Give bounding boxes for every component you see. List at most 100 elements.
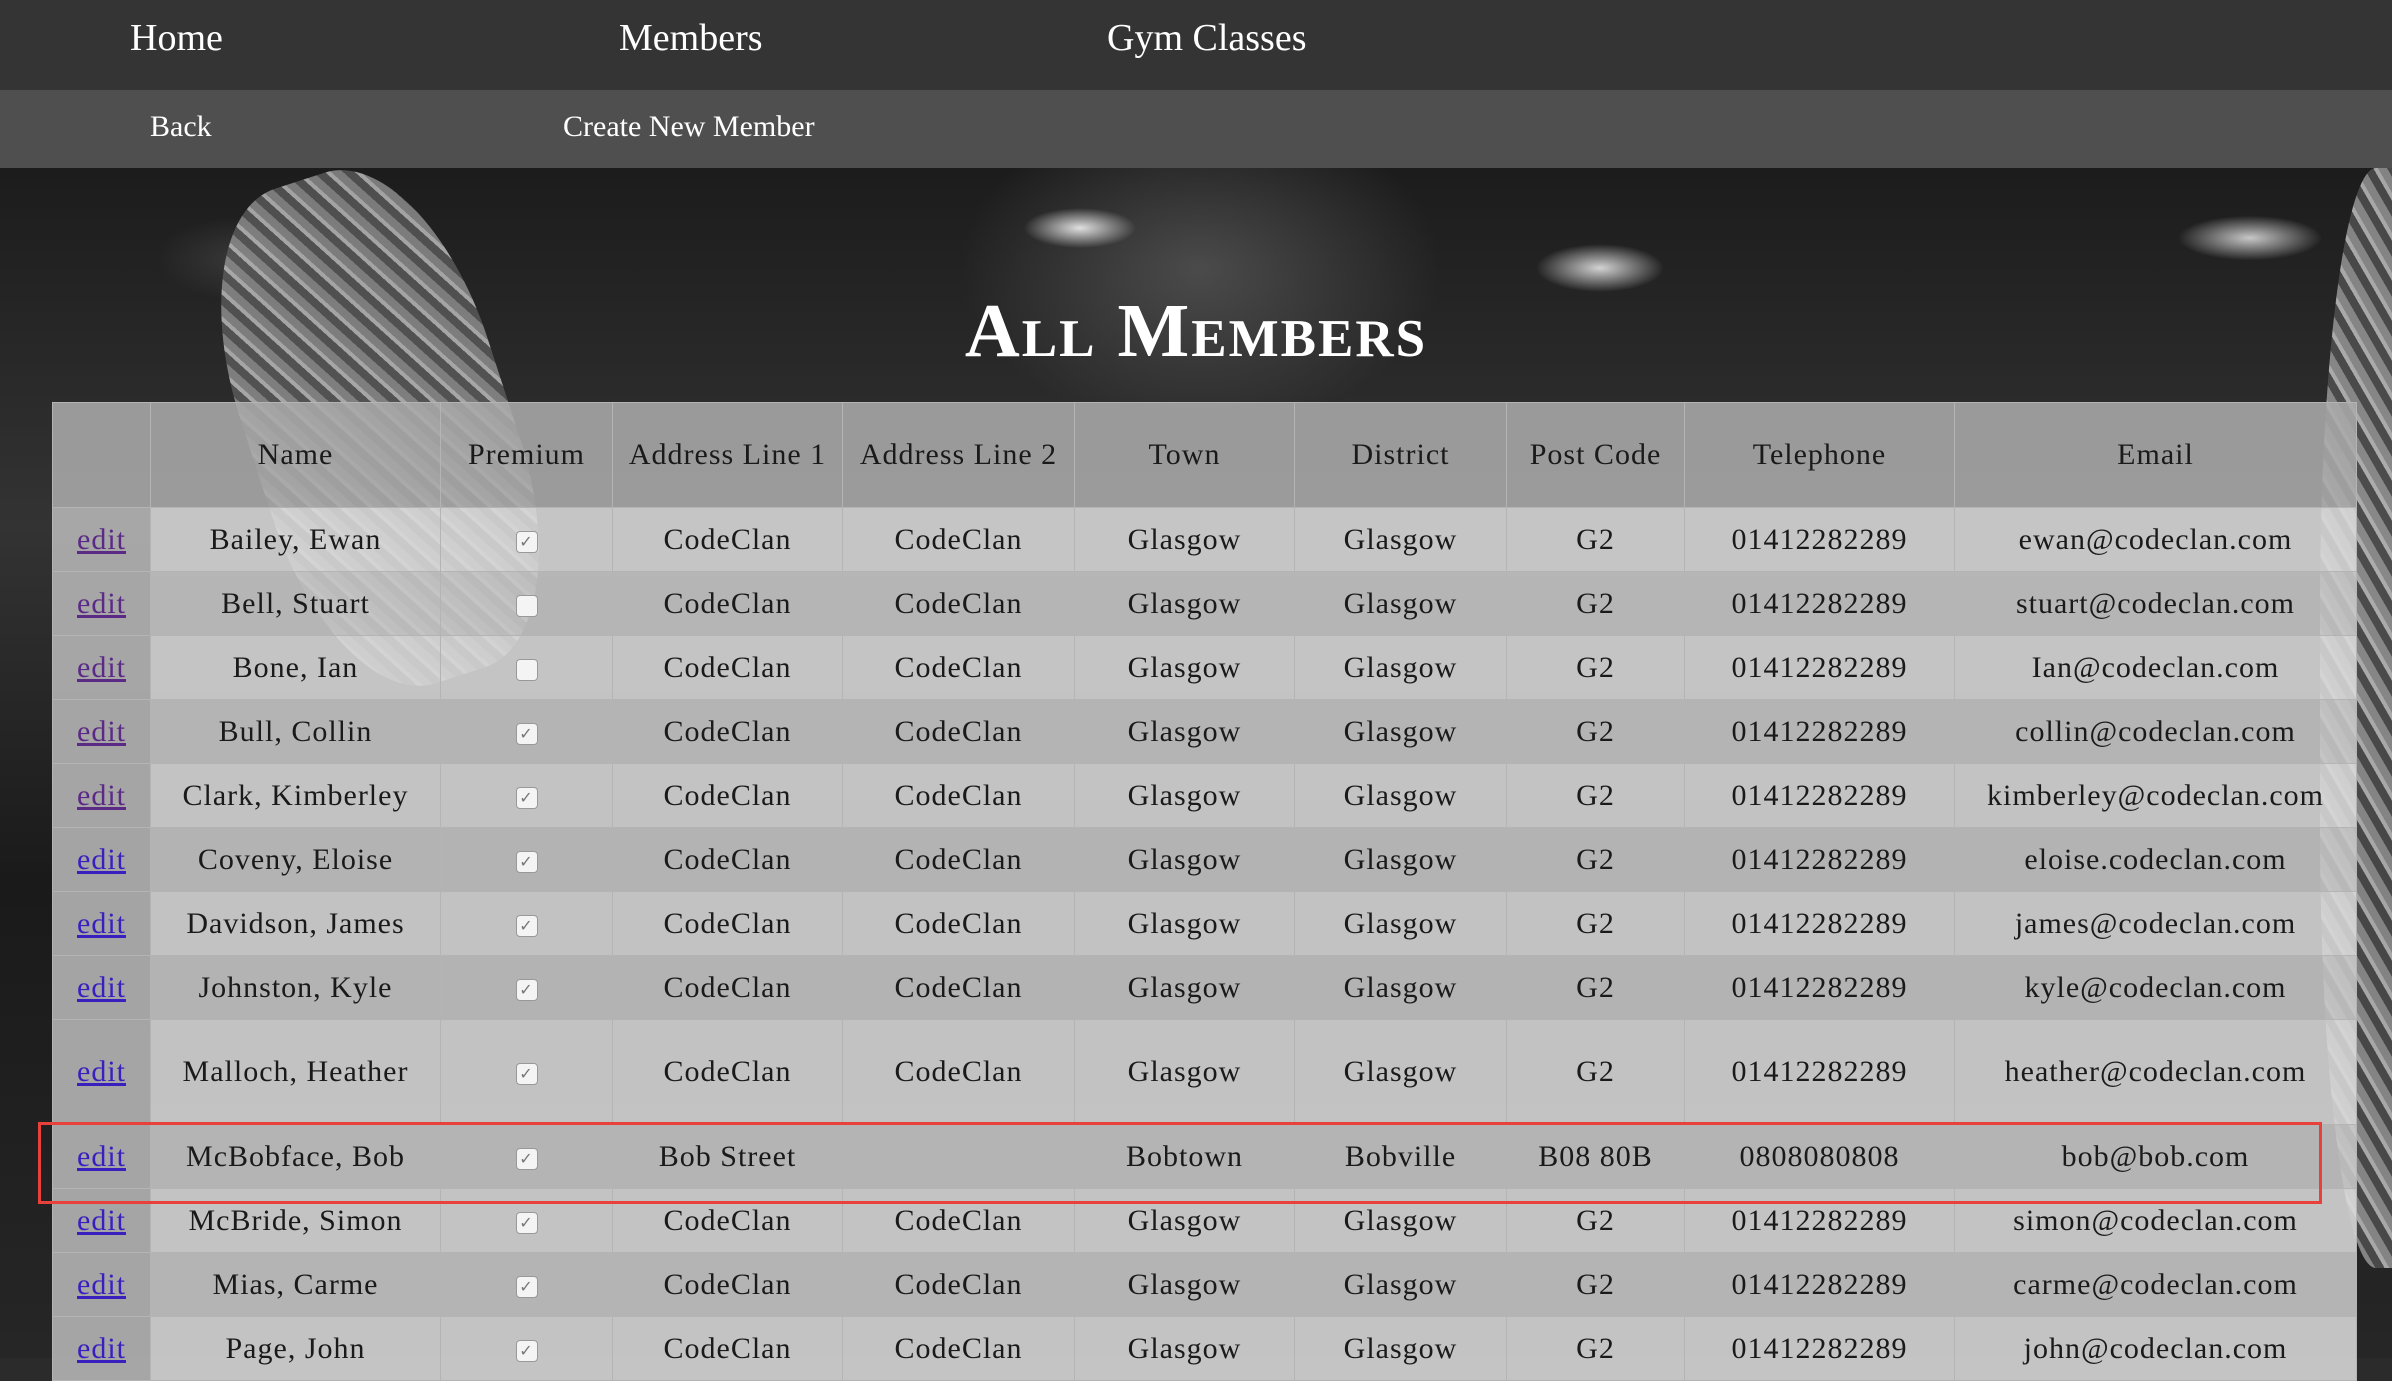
premium-checkbox-checked: ✓ <box>515 530 538 553</box>
premium-cell: ✓ <box>440 1188 613 1253</box>
district-cell: Glasgow <box>1294 699 1507 764</box>
members-table: Name Premium Address Line 1 Address Line… <box>52 402 2357 1381</box>
premium-cell: ✓ <box>440 1316 613 1381</box>
edit-link[interactable]: edit <box>77 971 126 1004</box>
premium-checkbox-checked: ✓ <box>515 1147 538 1170</box>
post-code-cell: G2 <box>1506 763 1685 828</box>
email-cell: collin@codeclan.com <box>1954 699 2357 764</box>
nav-gym-classes-link[interactable]: Gym Classes <box>1107 10 1307 66</box>
premium-cell: ✓ <box>440 763 613 828</box>
edit-link[interactable]: edit <box>77 651 126 684</box>
edit-link[interactable]: edit <box>77 779 126 812</box>
member-name-cell: McBobface, Bob <box>150 1124 441 1189</box>
address-line-1-cell: Bob Street <box>612 1124 843 1189</box>
table-row: edit Bone, Ian CodeClan CodeClan Glasgow Glas… <box>52 635 2357 700</box>
email-cell: kyle@codeclan.com <box>1954 955 2357 1020</box>
edit-link[interactable]: edit <box>77 907 126 940</box>
premium-checkbox-checked: ✓ <box>515 1211 538 1234</box>
member-name-cell: Clark, Kimberley <box>150 763 441 828</box>
member-name-cell: Coveny, Eloise <box>150 827 441 892</box>
premium-checkbox-checked: ✓ <box>515 978 538 1001</box>
column-header-district: District <box>1294 402 1507 508</box>
back-link[interactable]: Back <box>150 104 212 150</box>
town-cell: Glasgow <box>1074 891 1295 956</box>
edit-cell: edit <box>52 507 151 572</box>
post-code-cell: G2 <box>1506 1188 1685 1253</box>
post-code-cell: G2 <box>1506 699 1685 764</box>
top-navigation: Home Members Gym Classes <box>0 0 2392 90</box>
address-line-2-cell: CodeClan <box>842 1188 1075 1253</box>
address-line-1-cell: CodeClan <box>612 827 843 892</box>
column-header-name: Name <box>150 402 441 508</box>
member-name-cell: Mias, Carme <box>150 1252 441 1317</box>
address-line-2-cell <box>842 1124 1075 1189</box>
town-cell: Glasgow <box>1074 1019 1295 1125</box>
edit-cell: edit <box>52 763 151 828</box>
premium-checkbox-checked: ✓ <box>515 1275 538 1298</box>
column-header-edit <box>52 402 151 508</box>
member-name-cell: Davidson, James <box>150 891 441 956</box>
email-cell: ewan@codeclan.com <box>1954 507 2357 572</box>
premium-checkbox-unchecked <box>515 594 538 617</box>
edit-cell: edit <box>52 635 151 700</box>
address-line-2-cell: CodeClan <box>842 507 1075 572</box>
edit-link[interactable]: edit <box>77 1268 126 1301</box>
edit-link[interactable]: edit <box>77 1332 126 1365</box>
edit-cell: edit <box>52 699 151 764</box>
post-code-cell: G2 <box>1506 891 1685 956</box>
town-cell: Glasgow <box>1074 763 1295 828</box>
email-cell: Ian@codeclan.com <box>1954 635 2357 700</box>
email-cell: stuart@codeclan.com <box>1954 571 2357 636</box>
telephone-cell: 01412282289 <box>1684 827 1955 892</box>
nav-members-link[interactable]: Members <box>619 10 763 66</box>
post-code-cell: G2 <box>1506 827 1685 892</box>
create-new-member-link[interactable]: Create New Member <box>563 104 815 150</box>
telephone-cell: 0808080808 <box>1684 1124 1955 1189</box>
table-header-row: Name Premium Address Line 1 Address Line… <box>52 402 2357 508</box>
edit-cell: edit <box>52 1316 151 1381</box>
column-header-email: Email <box>1954 402 2357 508</box>
post-code-cell: G2 <box>1506 1019 1685 1125</box>
district-cell: Bobville <box>1294 1124 1507 1189</box>
address-line-2-cell: CodeClan <box>842 1252 1075 1317</box>
email-cell: simon@codeclan.com <box>1954 1188 2357 1253</box>
column-header-town: Town <box>1074 402 1295 508</box>
email-cell: carme@codeclan.com <box>1954 1252 2357 1317</box>
address-line-1-cell: CodeClan <box>612 1252 843 1317</box>
member-name-cell: Bull, Collin <box>150 699 441 764</box>
edit-link[interactable]: edit <box>77 843 126 876</box>
edit-link[interactable]: edit <box>77 1055 126 1088</box>
address-line-2-cell: CodeClan <box>842 955 1075 1020</box>
address-line-1-cell: CodeClan <box>612 1316 843 1381</box>
table-row: edit Clark, Kimberley ✓ CodeClan CodeClan Gla… <box>52 763 2357 828</box>
telephone-cell: 01412282289 <box>1684 1316 1955 1381</box>
premium-checkbox-checked: ✓ <box>515 722 538 745</box>
edit-cell: edit <box>52 1019 151 1125</box>
member-name-cell: Page, John <box>150 1316 441 1381</box>
member-name-cell: Bell, Stuart <box>150 571 441 636</box>
telephone-cell: 01412282289 <box>1684 763 1955 828</box>
email-cell: eloise.codeclan.com <box>1954 827 2357 892</box>
address-line-2-cell: CodeClan <box>842 763 1075 828</box>
edit-link[interactable]: edit <box>77 523 126 556</box>
email-cell: james@codeclan.com <box>1954 891 2357 956</box>
address-line-1-cell: CodeClan <box>612 1019 843 1125</box>
member-name-cell: Malloch, Heather <box>150 1019 441 1125</box>
premium-checkbox-checked: ✓ <box>515 850 538 873</box>
post-code-cell: G2 <box>1506 507 1685 572</box>
nav-home-link[interactable]: Home <box>130 10 223 66</box>
table-row: edit Malloch, Heather ✓ CodeClan CodeClan Gla… <box>52 1019 2357 1125</box>
email-cell: kimberley@codeclan.com <box>1954 763 2357 828</box>
district-cell: Glasgow <box>1294 955 1507 1020</box>
edit-link[interactable]: edit <box>77 1140 126 1173</box>
district-cell: Glasgow <box>1294 763 1507 828</box>
address-line-2-cell: CodeClan <box>842 699 1075 764</box>
column-header-telephone: Telephone <box>1684 402 1955 508</box>
table-row: edit Bell, Stuart CodeClan CodeClan Glasgow G… <box>52 571 2357 636</box>
column-header-address-line-2: Address Line 2 <box>842 402 1075 508</box>
address-line-1-cell: CodeClan <box>612 955 843 1020</box>
edit-link[interactable]: edit <box>77 587 126 620</box>
edit-link[interactable]: edit <box>77 1204 126 1237</box>
edit-link[interactable]: edit <box>77 715 126 748</box>
address-line-1-cell: CodeClan <box>612 635 843 700</box>
